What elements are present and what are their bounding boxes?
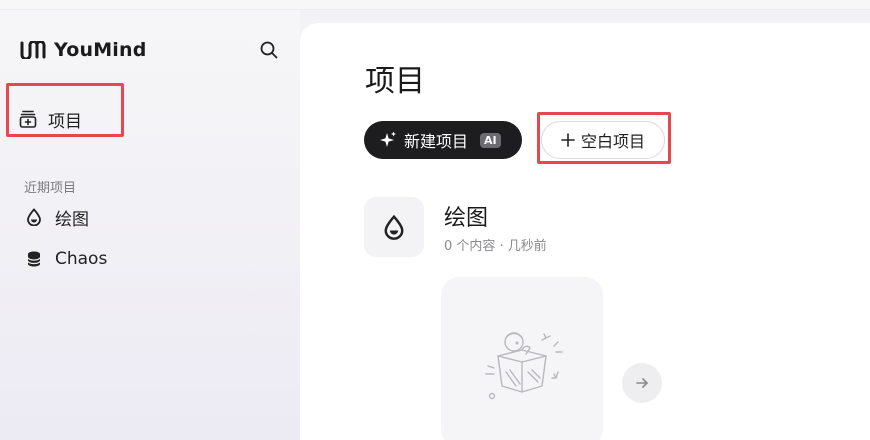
projects-icon [19, 110, 37, 128]
empty-box-illustration [485, 332, 563, 400]
new-project-button[interactable]: 新建项目 AI [364, 121, 522, 159]
project-icon-tile[interactable] [364, 197, 424, 257]
sidebar-item-chaos[interactable]: Chaos [26, 246, 107, 272]
database-icon [27, 251, 41, 267]
sidebar-item-drawing[interactable]: 绘图 [26, 204, 89, 230]
window-top-strip [0, 0, 870, 10]
drop-icon [27, 208, 41, 226]
main-content: 项目 新建项目 AI 空白项目 绘图 0 个内容 · 几秒前 [300, 23, 870, 440]
youmind-logo-icon [20, 41, 46, 59]
brand[interactable]: YouMind [20, 39, 147, 61]
drop-icon [384, 214, 404, 240]
brand-name: YouMind [54, 39, 147, 61]
sidebar-item-label: Chaos [55, 249, 108, 269]
search-icon [260, 41, 278, 59]
sidebar: YouMind 项目 近期项目 绘图 Chaos [0, 10, 300, 440]
blank-project-button[interactable]: 空白项目 [541, 121, 665, 159]
blank-project-label: 空白项目 [580, 132, 645, 151]
new-project-label: 新建项目 [404, 132, 469, 151]
sidebar-item-label: 绘图 [55, 209, 89, 230]
project-title[interactable]: 绘图 [444, 200, 488, 232]
arrow-right-icon [636, 378, 648, 388]
sidebar-item-label: 项目 [48, 111, 82, 132]
search-button[interactable] [258, 39, 280, 61]
sidebar-item-projects[interactable]: 项目 [18, 101, 118, 137]
empty-content-card[interactable] [441, 277, 603, 440]
sparkle-icon [380, 131, 396, 147]
plus-icon [561, 133, 575, 147]
next-button[interactable] [622, 363, 662, 403]
project-meta: 0 个内容 · 几秒前 [444, 239, 547, 254]
ai-badge: AI [480, 132, 501, 148]
recent-projects-heading: 近期项目 [24, 181, 77, 196]
page-title: 项目 [365, 64, 425, 99]
